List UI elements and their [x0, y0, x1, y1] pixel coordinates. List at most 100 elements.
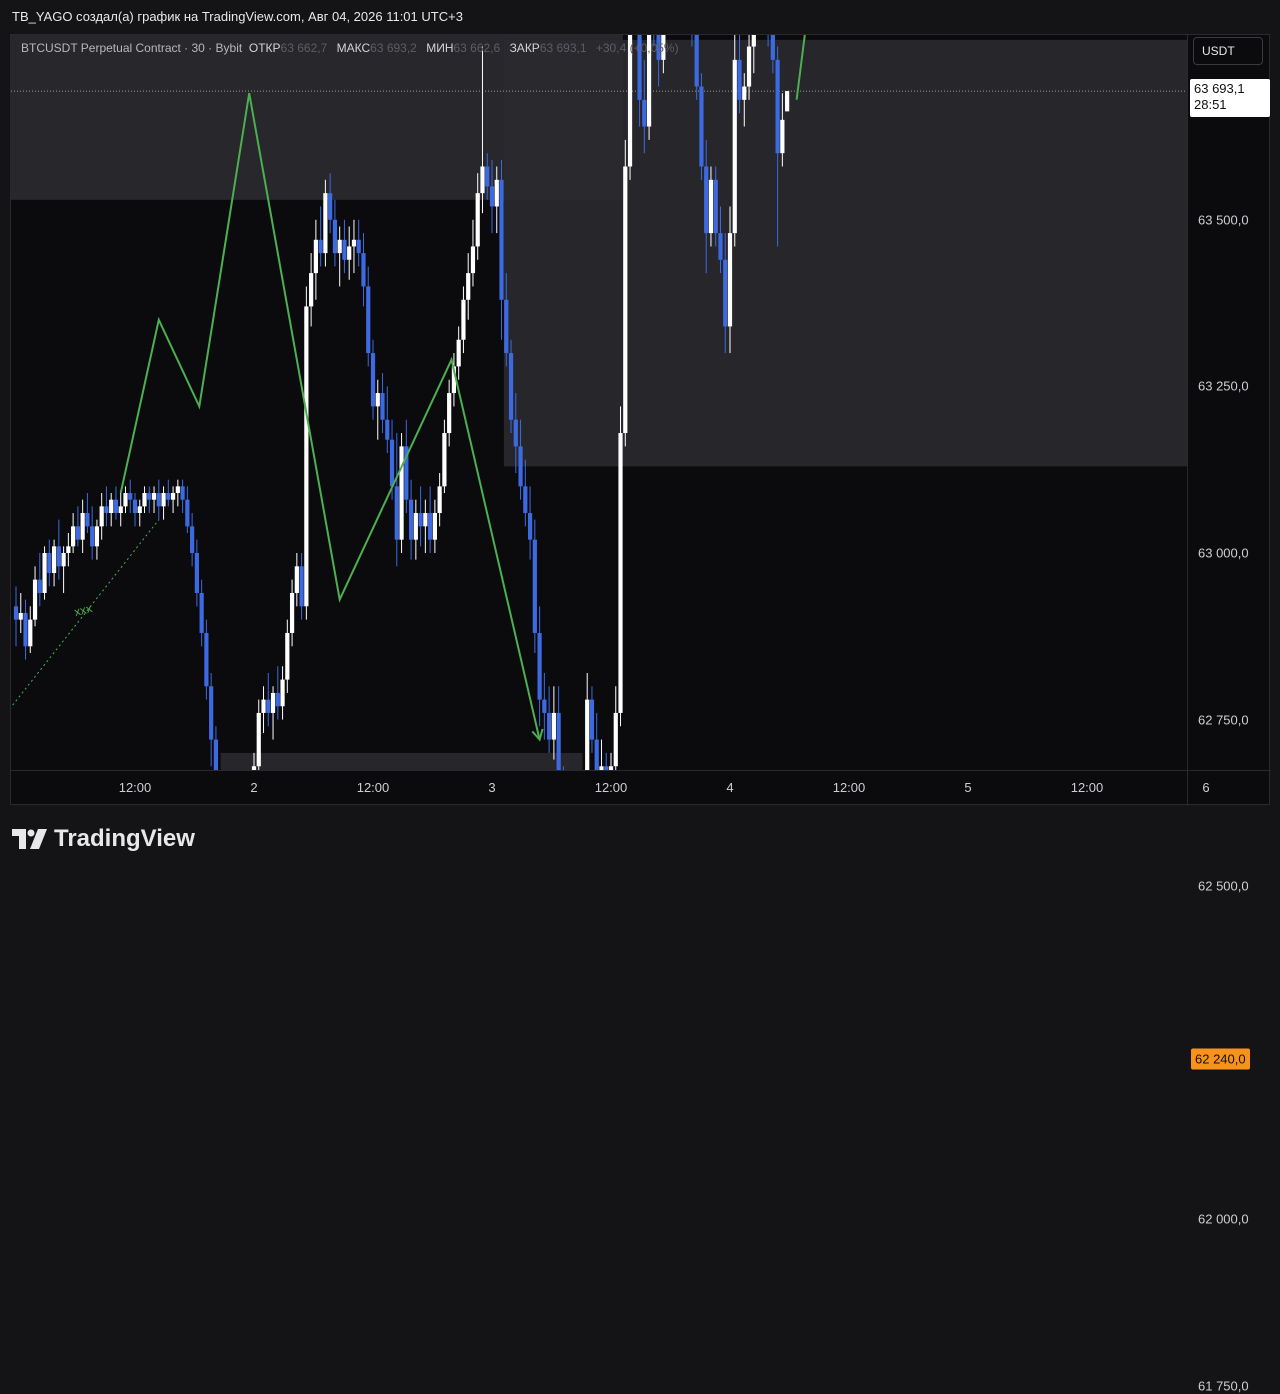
time-axis[interactable]: 12:00 2 12:00 3 12:00 4 12:00 5 12:00 6	[11, 770, 1210, 806]
axis-corner	[1187, 770, 1271, 806]
trend-line-label: xxx	[73, 601, 94, 619]
candle-body-down	[199, 592, 204, 633]
candle-body-up	[99, 506, 104, 527]
candle-body-down	[147, 493, 152, 500]
candle-body-down	[342, 239, 347, 260]
supply-demand-zone	[503, 39, 1187, 467]
candle-body-down	[299, 566, 304, 607]
candle-body-up	[151, 493, 157, 500]
candle-body-down	[704, 166, 709, 234]
candle-body-down	[642, 99, 647, 127]
candle-body-down	[185, 499, 190, 527]
price-tag-lower: 62 240,0	[1191, 1048, 1250, 1070]
supply-demand-zone	[220, 752, 583, 770]
candle-body-down	[332, 219, 338, 254]
candle-body-down	[213, 739, 219, 770]
chart-frame: xxx2 BTCUSDT Perpetual Contract · 30 · B…	[10, 34, 1271, 1394]
candle-body-down	[266, 699, 271, 713]
candle-body-up	[109, 499, 114, 514]
candle-body-up	[746, 46, 752, 87]
currency-button[interactable]: USDT	[1193, 37, 1263, 65]
chart-plot-area[interactable]: xxx2 BTCUSDT Perpetual Contract · 30 · B…	[11, 35, 1187, 770]
candle-body-up	[80, 513, 85, 540]
candle-body-down	[190, 526, 195, 553]
candle-body-down	[132, 499, 138, 514]
candle-body-up	[456, 339, 461, 367]
candle-body-up	[742, 86, 747, 100]
candle-body-down	[556, 712, 561, 770]
candle-body-up	[432, 513, 437, 540]
candle-body-down	[770, 35, 775, 60]
candle-body-up	[142, 493, 147, 507]
open-value: 63 662,7	[280, 41, 328, 55]
candle-body-down	[128, 493, 133, 500]
candle-body-down	[408, 499, 414, 540]
candle-body-up	[375, 393, 380, 407]
candle-body-down	[737, 59, 742, 100]
candle-body-down	[380, 393, 385, 420]
low-value: 63 662,6	[453, 41, 501, 55]
candle-body-up	[585, 699, 590, 770]
candle-body-down	[90, 526, 95, 547]
candle-body-up	[413, 513, 418, 540]
candle-body-down	[356, 239, 361, 254]
candle-body-up	[304, 306, 309, 607]
candle-body-down	[318, 239, 323, 254]
candle-body-down	[532, 539, 537, 633]
candle-body-down	[527, 513, 533, 540]
candle-body-up	[28, 619, 33, 647]
price-axis[interactable]: 65 750,065 500,065 250,065 000,064 750,0…	[1187, 35, 1271, 1394]
price-tick-label: 63 000,0	[1198, 545, 1249, 561]
price-tick-label: 62 500,0	[1198, 878, 1249, 894]
candle-body-down	[523, 486, 528, 514]
candle-body-up	[480, 166, 485, 194]
time-tick-label: 4	[726, 780, 734, 795]
author-line: TB_YAGO создал(а) график на TradingView.…	[12, 9, 463, 24]
candle-body-up	[137, 506, 142, 514]
candle-body-down	[389, 439, 395, 487]
candle-body-down	[37, 579, 42, 593]
candle-body-up	[494, 179, 499, 207]
candle-body-down	[775, 59, 780, 154]
candle-body-up	[256, 712, 261, 767]
symbol-legend: BTCUSDT Perpetual Contract · 30 · Bybit …	[21, 41, 679, 55]
candle-body-up	[94, 526, 100, 547]
candle-body-up	[475, 193, 480, 247]
candle-body-up	[51, 546, 57, 573]
candle-body-up	[270, 692, 276, 713]
time-tick-label: 12:00	[832, 780, 866, 795]
candle-body-down	[694, 35, 699, 87]
candle-body-up	[175, 486, 180, 494]
candle-body-up	[613, 712, 618, 767]
candle-body-down	[547, 712, 552, 740]
candle-body-up	[313, 239, 318, 274]
candle-body-up	[285, 632, 290, 680]
candle-body-up	[309, 273, 314, 307]
candle-body-down	[513, 419, 518, 447]
candle-body-down	[385, 419, 390, 440]
time-tick-label: 12:00	[1070, 780, 1104, 795]
time-tick-label: 2	[250, 780, 258, 795]
candle-body-up	[785, 91, 790, 112]
candle-body-up	[161, 493, 166, 507]
time-tick-label: 12:00	[594, 780, 628, 795]
candle-body-up	[294, 566, 299, 593]
candle-body-up	[551, 712, 556, 740]
candle-body-up	[727, 233, 733, 327]
price-tick-label: 62 750,0	[1198, 712, 1249, 728]
candle-body-down	[56, 546, 61, 567]
price-tick-label: 62 000,0	[1198, 1211, 1249, 1227]
candle-body-down	[75, 526, 80, 540]
bar-countdown: 28:51	[1194, 97, 1227, 113]
candle-body-up	[61, 553, 66, 567]
candlestick-chart[interactable]: xxx2	[11, 35, 1187, 770]
candle-body-up	[261, 699, 266, 713]
candle-body-down	[275, 692, 280, 707]
candle-body-up	[32, 579, 38, 620]
time-tick-label: 3	[488, 780, 496, 795]
low-label: МИН	[426, 41, 454, 55]
chart-header: TB_YAGO создал(а) график на TradingView.…	[0, 0, 1280, 34]
last-price-value: 63 693,1	[1194, 81, 1245, 97]
candle-body-down	[489, 186, 495, 207]
candle-body-down	[209, 686, 214, 740]
